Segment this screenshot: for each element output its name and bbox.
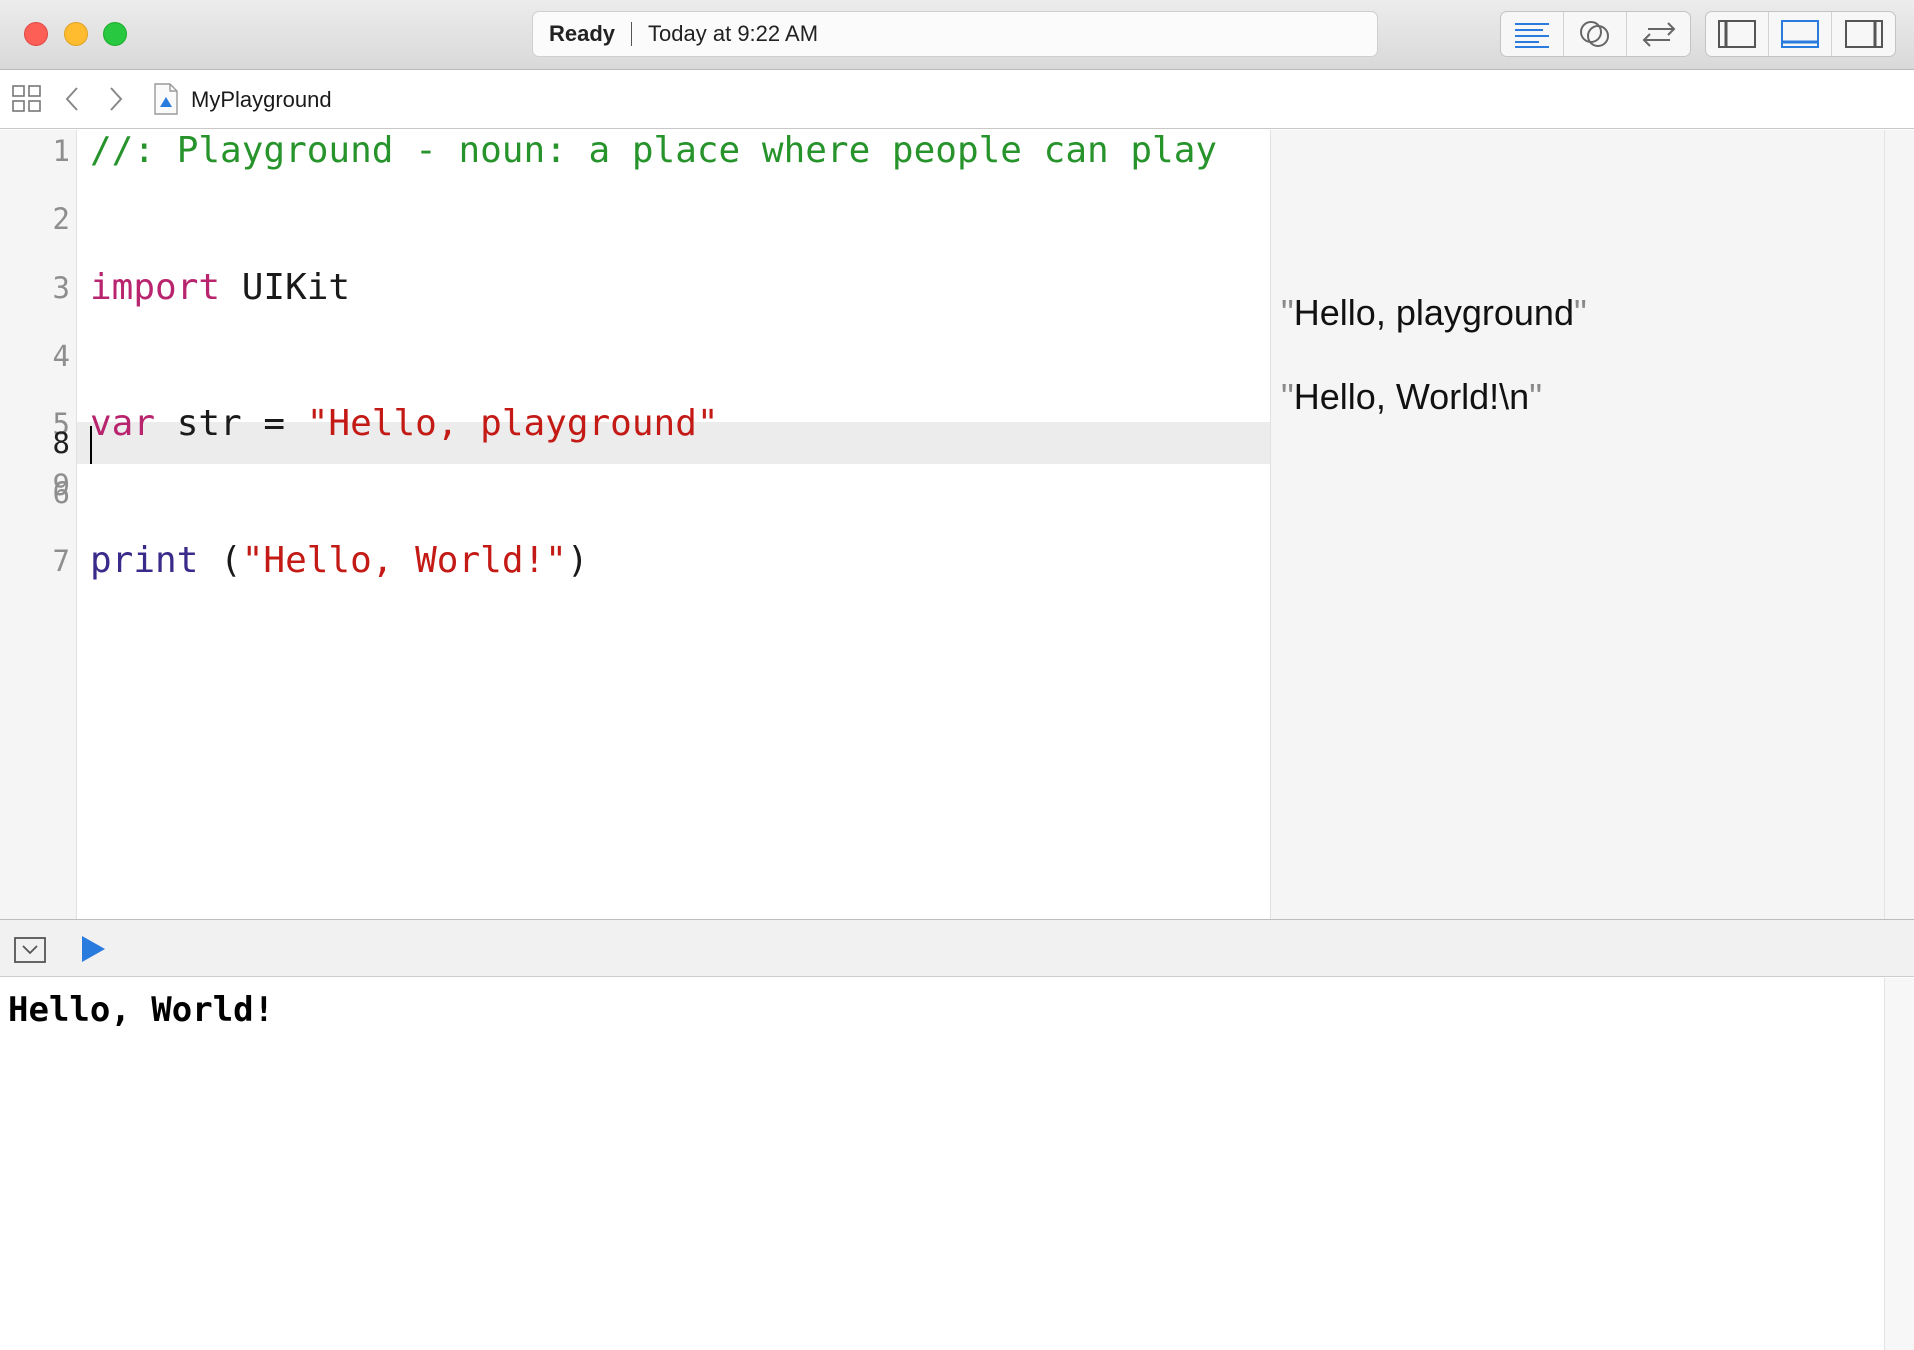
result-line-5[interactable]: "Hello, playground"	[1281, 292, 1587, 334]
code-token: import	[90, 267, 221, 308]
run-playground-icon[interactable]	[80, 935, 106, 968]
line-number: 9	[52, 468, 70, 502]
version-editor-icon	[1642, 22, 1675, 47]
editor-mode-group	[1500, 11, 1691, 57]
code-line[interactable]: //: Playground - noun: a place where peo…	[90, 130, 1217, 172]
version-editor-button[interactable]	[1627, 12, 1690, 56]
activity-viewer: Ready Today at 9:22 AM	[532, 11, 1378, 57]
line-number: 1	[52, 134, 70, 168]
line-number: 2	[52, 202, 70, 236]
navigator-toggle-button[interactable]	[1706, 12, 1769, 56]
source-editor: 123456789 //: Playground - noun: a place…	[0, 130, 1914, 919]
line-number: 4	[52, 339, 70, 373]
code-token: "Hello, World!"	[241, 540, 567, 581]
panel-toggle-group	[1705, 11, 1896, 57]
navigator-toggle-icon	[1718, 20, 1756, 48]
code-token: "Hello, playground"	[306, 403, 719, 444]
assistant-editor-button[interactable]	[1564, 12, 1627, 56]
console-scrollbar[interactable]	[1884, 978, 1914, 1350]
code-token: print	[90, 540, 199, 581]
standard-editor-icon	[1515, 23, 1549, 48]
activity-divider	[631, 22, 633, 46]
results-sidebar: "Hello, playground" "Hello, World!\n"	[1270, 130, 1884, 919]
hide-debug-area-icon[interactable]	[14, 937, 46, 968]
line-number-gutter: 123456789	[0, 130, 77, 919]
result-value: Hello, World!\n	[1293, 376, 1530, 417]
console-output-text: Hello, World!	[8, 990, 275, 1030]
minimize-window-button[interactable]	[64, 22, 88, 46]
debug-bar	[0, 919, 1914, 977]
code-token: //: Playground - noun: a place where peo…	[90, 130, 1218, 171]
result-line-7[interactable]: "Hello, World!\n"	[1281, 376, 1542, 418]
close-window-button[interactable]	[24, 22, 48, 46]
line-number: 8	[52, 426, 70, 460]
playground-file-icon	[153, 83, 179, 120]
assistant-editor-icon	[1580, 21, 1609, 47]
code-line[interactable]: import UIKit	[90, 267, 350, 309]
result-value: Hello, playground	[1293, 292, 1574, 333]
related-items-icon[interactable]	[12, 85, 42, 118]
debug-area-toggle-button[interactable]	[1769, 12, 1832, 56]
standard-editor-button[interactable]	[1501, 12, 1564, 56]
code-token: UIKit	[220, 267, 351, 308]
code-token: str =	[155, 403, 307, 444]
code-token: (	[198, 540, 242, 581]
utilities-toggle-icon	[1844, 20, 1883, 48]
chevron-left-icon[interactable]	[62, 85, 82, 118]
zoom-window-button[interactable]	[103, 22, 127, 46]
activity-timestamp: Today at 9:22 AM	[648, 21, 819, 46]
title-bar: Ready Today at 9:22 AM	[0, 0, 1914, 70]
editor-scrollbar[interactable]	[1884, 130, 1914, 919]
code-line[interactable]: print ("Hello, World!")	[90, 540, 589, 582]
code-token: var	[90, 403, 156, 444]
code-token: )	[566, 540, 589, 581]
jump-bar-file-name[interactable]: MyPlayground	[191, 87, 332, 113]
code-line[interactable]: var str = "Hello, playground"	[90, 403, 719, 445]
line-number: 3	[52, 271, 70, 305]
debug-area-toggle-icon	[1781, 20, 1819, 48]
utilities-toggle-button[interactable]	[1832, 12, 1895, 56]
line-number: 7	[52, 544, 70, 578]
jump-bar: MyPlayground	[0, 71, 1914, 129]
chevron-right-icon[interactable]	[106, 85, 126, 118]
console-output-area[interactable]: Hello, World!	[0, 978, 1884, 1350]
activity-status: Ready	[549, 21, 616, 46]
code-area[interactable]: //: Playground - noun: a place where peo…	[77, 130, 1270, 919]
